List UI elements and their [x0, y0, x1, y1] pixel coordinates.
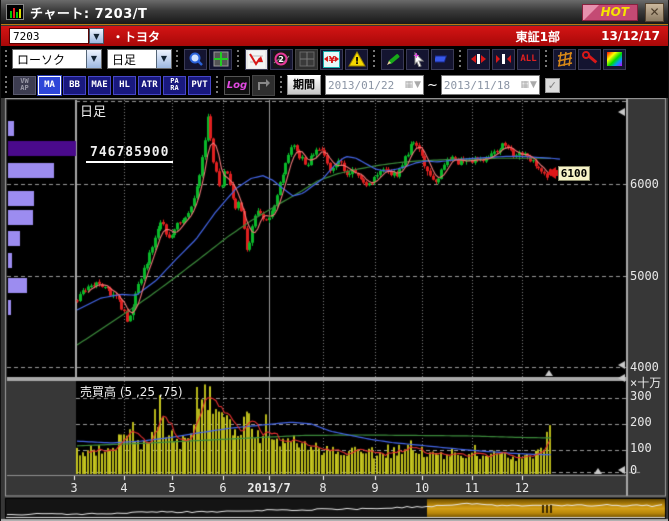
- indicator-para-button[interactable]: PARA: [163, 76, 186, 95]
- date-from-value: 2013/01/22: [328, 79, 404, 92]
- month-tick-label: 4: [120, 481, 127, 495]
- indicator-button-group: VWAPMABBMAEHLATRPARAPVT: [12, 76, 212, 95]
- month-tick-label: 10: [415, 481, 429, 495]
- indicator-toolbar: VWAPMABBMAEHLATRPARAPVT Log 期間 2013/01/2…: [1, 72, 669, 98]
- volume-tick-label: 100: [630, 441, 652, 455]
- narrow-candles-icon[interactable]: [467, 49, 490, 70]
- chart-window: チャート: 7203/T HOT ✕ 7203 ▼ ・トヨタ 東証1部 13/1…: [0, 0, 669, 521]
- indicator-mae-button[interactable]: MAE: [88, 76, 111, 95]
- mesh-icon[interactable]: [553, 49, 576, 70]
- volume-pane-title: 売買高 (5 ,25 ,75): [80, 383, 183, 400]
- month-tick-label: 8: [319, 481, 326, 495]
- month-tick-label: 2013/7: [247, 481, 290, 495]
- chevron-down-icon[interactable]: ▼: [89, 28, 104, 44]
- toolbar-grip[interactable]: [544, 50, 549, 68]
- date-to-value: 2013/11/18: [444, 79, 520, 92]
- show-all-button[interactable]: ALL: [517, 49, 540, 70]
- chart-type-select[interactable]: ローソク ▼: [12, 49, 102, 69]
- chevron-down-icon[interactable]: ▼: [530, 80, 537, 90]
- zoom-icon[interactable]: [184, 49, 207, 70]
- toolbar-grip[interactable]: [215, 76, 220, 94]
- toolbar-grip[interactable]: [4, 76, 9, 94]
- indicator-pvt-button[interactable]: PVT: [188, 76, 211, 95]
- trend-arrow-icon[interactable]: [245, 49, 268, 70]
- wrench-icon[interactable]: [578, 49, 601, 70]
- symbol-bar: 7203 ▼ ・トヨタ 東証1部 13/12/17: [1, 26, 669, 46]
- last-price-badge: 6100: [558, 166, 590, 181]
- calendar-icon[interactable]: ▦: [520, 80, 529, 90]
- price-tick-label: 6000: [630, 177, 659, 191]
- date-from-field[interactable]: 2013/01/22 ▦ ▼: [325, 75, 424, 95]
- show-all-label: ALL: [520, 54, 536, 64]
- date-range-separator: ~: [427, 78, 438, 93]
- grid-disabled-icon[interactable]: [295, 49, 318, 70]
- select-arrow-icon[interactable]: +: [406, 49, 429, 70]
- indicator-atr-button[interactable]: ATR: [138, 76, 161, 95]
- quote-date: 13/12/17: [601, 29, 660, 43]
- date-to-field[interactable]: 2013/11/18 ▦ ▼: [441, 75, 540, 95]
- chevron-down-icon[interactable]: ▼: [414, 80, 421, 90]
- month-tick-label: 3: [70, 481, 77, 495]
- month-tick-label: 5: [168, 481, 175, 495]
- timeframe-select[interactable]: 日足 ▼: [107, 49, 172, 69]
- log-scale-button[interactable]: Log: [224, 76, 250, 95]
- window-title: チャート: 7203/T: [30, 3, 147, 22]
- title-bar[interactable]: チャート: 7203/T HOT ✕: [1, 0, 669, 25]
- palette-icon[interactable]: [603, 49, 626, 70]
- toolbar-grip[interactable]: [279, 76, 284, 94]
- volume-tick-label: 300: [630, 389, 652, 403]
- toolbar-grip[interactable]: [458, 50, 463, 68]
- month-tick-label: 9: [371, 481, 378, 495]
- toolbar-grip[interactable]: [4, 50, 9, 68]
- month-tick-label: 6: [219, 481, 226, 495]
- hot-badge[interactable]: HOT: [582, 4, 638, 21]
- indicator-bb-button[interactable]: BB: [63, 76, 86, 95]
- alert-icon[interactable]: !: [345, 49, 368, 70]
- month-tick-label: 11: [465, 481, 479, 495]
- period-button[interactable]: 期間: [287, 75, 321, 95]
- market-label: 東証1部: [516, 28, 560, 45]
- second-chart-icon[interactable]: 2: [270, 49, 293, 70]
- pencil-icon[interactable]: [381, 49, 404, 70]
- toolbar-grip[interactable]: [372, 50, 377, 68]
- widen-candles-icon[interactable]: [492, 49, 515, 70]
- volume-tick-label: 200: [630, 415, 652, 429]
- yen-compare-icon[interactable]: ¥: [320, 49, 343, 70]
- main-toolbar: ローソク ▼ 日足 ▼ 2 ¥ ! + ALL: [1, 46, 669, 72]
- chevron-down-icon[interactable]: ▼: [156, 50, 171, 68]
- indicator-ma-button[interactable]: MA: [38, 76, 61, 95]
- svg-text:¥: ¥: [329, 55, 336, 66]
- volume-tick-label: 0: [630, 463, 637, 477]
- paste-disabled-icon[interactable]: [252, 75, 275, 96]
- chevron-down-icon[interactable]: ▼: [86, 50, 101, 68]
- eraser-icon[interactable]: [431, 49, 454, 70]
- hot-badge-label: HOT: [601, 5, 629, 19]
- svg-text:!: !: [354, 56, 359, 67]
- indicator-vwap-button[interactable]: VWAP: [13, 76, 36, 95]
- price-tick-label: 5000: [630, 269, 659, 283]
- symbol-code-input[interactable]: 7203: [9, 28, 89, 44]
- calendar-icon[interactable]: ▦: [405, 80, 414, 90]
- app-icon: [6, 4, 24, 20]
- max-volume-at-price-label: 746785900: [86, 145, 173, 163]
- price-tick-label: 4000: [630, 360, 659, 374]
- indicator-hl-button[interactable]: HL: [113, 76, 136, 95]
- pane-title: 日足: [80, 101, 106, 120]
- nav-grip[interactable]: [540, 502, 556, 515]
- symbol-name: ・トヨタ: [112, 28, 160, 45]
- svg-text:+: +: [413, 51, 420, 60]
- toolbar-grip[interactable]: [236, 50, 241, 68]
- month-tick-label: 12: [515, 481, 529, 495]
- timeframe-value: 日足: [108, 50, 156, 68]
- crosshair-grid-icon[interactable]: [209, 49, 232, 70]
- toolbar-grip[interactable]: [175, 50, 180, 68]
- period-checkbox[interactable]: ✓: [545, 78, 560, 93]
- svg-text:2: 2: [278, 55, 284, 64]
- chart-type-value: ローソク: [13, 50, 86, 68]
- close-icon[interactable]: ✕: [645, 3, 664, 22]
